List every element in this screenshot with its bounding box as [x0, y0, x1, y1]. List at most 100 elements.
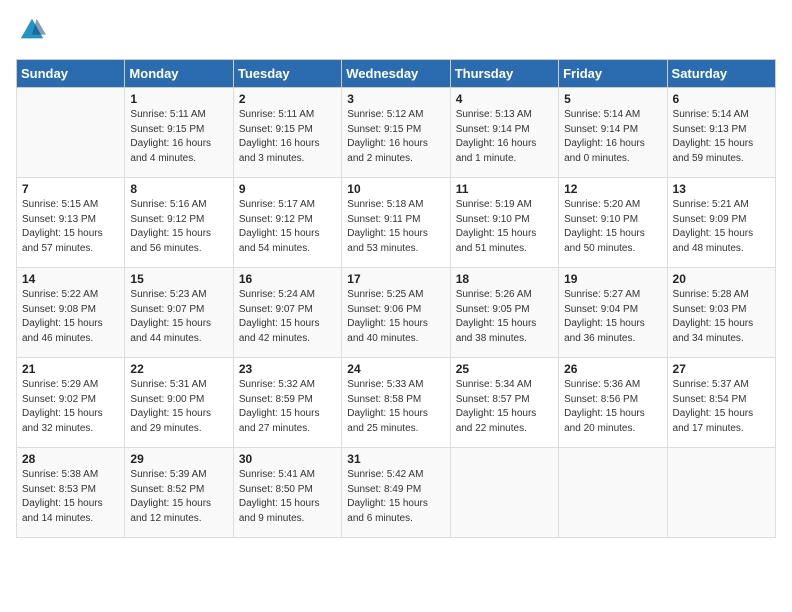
day-number: 3: [347, 92, 444, 106]
day-cell: 4 Sunrise: 5:13 AM Sunset: 9:14 PM Daylig…: [450, 88, 558, 178]
day-cell: 31 Sunrise: 5:42 AM Sunset: 8:49 PM Dayli…: [342, 448, 450, 538]
day-cell: 3 Sunrise: 5:12 AM Sunset: 9:15 PM Daylig…: [342, 88, 450, 178]
day-content: Sunrise: 5:13 AM Sunset: 9:14 PM Dayligh…: [456, 108, 553, 166]
col-header-sunday: Sunday: [17, 60, 125, 88]
day-cell: 11 Sunrise: 5:19 AM Sunset: 9:10 PM Dayli…: [450, 178, 558, 268]
day-cell: 26 Sunrise: 5:36 AM Sunset: 8:56 PM Dayli…: [559, 358, 667, 448]
week-row-3: 14Sunrise: 5:22 AM Sunset: 9:08 PM Dayli…: [17, 268, 776, 358]
day-content: Sunrise: 5:32 AM Sunset: 8:59 PM Dayligh…: [239, 378, 336, 436]
day-content: Sunrise: 5:12 AM Sunset: 9:15 PM Dayligh…: [347, 108, 444, 166]
day-content: Sunrise: 5:20 AM Sunset: 9:10 PM Dayligh…: [564, 198, 661, 256]
day-cell: 7 Sunrise: 5:15 AM Sunset: 9:13 PM Daylig…: [17, 178, 125, 268]
week-row-1: 1 Sunrise: 5:11 AM Sunset: 9:15 PM Daylig…: [17, 88, 776, 178]
day-content: Sunrise: 5:29 AM Sunset: 9:02 PM Dayligh…: [22, 378, 119, 436]
day-number: 17: [347, 272, 444, 286]
day-content: Sunrise: 5:39 AM Sunset: 8:52 PM Dayligh…: [130, 468, 227, 526]
day-number: 15: [130, 272, 227, 286]
day-number: 16: [239, 272, 336, 286]
day-content: Sunrise: 5:16 AM Sunset: 9:12 PM Dayligh…: [130, 198, 227, 256]
col-header-wednesday: Wednesday: [342, 60, 450, 88]
day-cell: 8 Sunrise: 5:16 AM Sunset: 9:12 PM Daylig…: [125, 178, 233, 268]
day-cell: 30 Sunrise: 5:41 AM Sunset: 8:50 PM Dayli…: [233, 448, 341, 538]
day-content: Sunrise: 5:14 AM Sunset: 9:13 PM Dayligh…: [673, 108, 770, 166]
day-content: Sunrise: 5:37 AM Sunset: 8:54 PM Dayligh…: [673, 378, 770, 436]
day-cell: 22Sunrise: 5:31 AM Sunset: 9:00 PM Dayli…: [125, 358, 233, 448]
day-number: 2: [239, 92, 336, 106]
col-header-friday: Friday: [559, 60, 667, 88]
day-cell: 1 Sunrise: 5:11 AM Sunset: 9:15 PM Daylig…: [125, 88, 233, 178]
day-content: Sunrise: 5:41 AM Sunset: 8:50 PM Dayligh…: [239, 468, 336, 526]
logo-icon: [18, 16, 46, 44]
day-number: 4: [456, 92, 553, 106]
day-cell: [450, 448, 558, 538]
day-number: 18: [456, 272, 553, 286]
day-content: Sunrise: 5:22 AM Sunset: 9:08 PM Dayligh…: [22, 288, 119, 346]
day-cell: 20 Sunrise: 5:28 AM Sunset: 9:03 PM Dayli…: [667, 268, 775, 358]
day-cell: [17, 88, 125, 178]
day-content: Sunrise: 5:36 AM Sunset: 8:56 PM Dayligh…: [564, 378, 661, 436]
day-number: 29: [130, 452, 227, 466]
day-cell: 27 Sunrise: 5:37 AM Sunset: 8:54 PM Dayli…: [667, 358, 775, 448]
day-number: 19: [564, 272, 661, 286]
day-cell: 5Sunrise: 5:14 AM Sunset: 9:14 PM Daylig…: [559, 88, 667, 178]
day-number: 13: [673, 182, 770, 196]
day-number: 31: [347, 452, 444, 466]
day-cell: 23 Sunrise: 5:32 AM Sunset: 8:59 PM Dayli…: [233, 358, 341, 448]
day-content: Sunrise: 5:25 AM Sunset: 9:06 PM Dayligh…: [347, 288, 444, 346]
day-cell: 24 Sunrise: 5:33 AM Sunset: 8:58 PM Dayli…: [342, 358, 450, 448]
day-number: 20: [673, 272, 770, 286]
day-content: Sunrise: 5:19 AM Sunset: 9:10 PM Dayligh…: [456, 198, 553, 256]
day-content: Sunrise: 5:11 AM Sunset: 9:15 PM Dayligh…: [130, 108, 227, 166]
day-cell: 21Sunrise: 5:29 AM Sunset: 9:02 PM Dayli…: [17, 358, 125, 448]
day-content: Sunrise: 5:11 AM Sunset: 9:15 PM Dayligh…: [239, 108, 336, 166]
day-number: 26: [564, 362, 661, 376]
col-header-monday: Monday: [125, 60, 233, 88]
day-content: Sunrise: 5:18 AM Sunset: 9:11 PM Dayligh…: [347, 198, 444, 256]
day-number: 24: [347, 362, 444, 376]
day-content: Sunrise: 5:34 AM Sunset: 8:57 PM Dayligh…: [456, 378, 553, 436]
day-content: Sunrise: 5:23 AM Sunset: 9:07 PM Dayligh…: [130, 288, 227, 346]
day-cell: 12Sunrise: 5:20 AM Sunset: 9:10 PM Dayli…: [559, 178, 667, 268]
day-number: 7: [22, 182, 119, 196]
day-number: 9: [239, 182, 336, 196]
day-cell: 6 Sunrise: 5:14 AM Sunset: 9:13 PM Daylig…: [667, 88, 775, 178]
day-number: 27: [673, 362, 770, 376]
day-cell: 10Sunrise: 5:18 AM Sunset: 9:11 PM Dayli…: [342, 178, 450, 268]
col-header-tuesday: Tuesday: [233, 60, 341, 88]
day-number: 25: [456, 362, 553, 376]
day-cell: 15 Sunrise: 5:23 AM Sunset: 9:07 PM Dayli…: [125, 268, 233, 358]
week-row-2: 7 Sunrise: 5:15 AM Sunset: 9:13 PM Daylig…: [17, 178, 776, 268]
day-number: 28: [22, 452, 119, 466]
day-cell: 16 Sunrise: 5:24 AM Sunset: 9:07 PM Dayli…: [233, 268, 341, 358]
day-content: Sunrise: 5:26 AM Sunset: 9:05 PM Dayligh…: [456, 288, 553, 346]
day-content: Sunrise: 5:15 AM Sunset: 9:13 PM Dayligh…: [22, 198, 119, 256]
day-cell: [667, 448, 775, 538]
day-number: 11: [456, 182, 553, 196]
day-content: Sunrise: 5:14 AM Sunset: 9:14 PM Dayligh…: [564, 108, 661, 166]
col-header-saturday: Saturday: [667, 60, 775, 88]
week-row-4: 21Sunrise: 5:29 AM Sunset: 9:02 PM Dayli…: [17, 358, 776, 448]
day-number: 23: [239, 362, 336, 376]
day-number: 1: [130, 92, 227, 106]
week-row-5: 28 Sunrise: 5:38 AM Sunset: 8:53 PM Dayli…: [17, 448, 776, 538]
day-content: Sunrise: 5:31 AM Sunset: 9:00 PM Dayligh…: [130, 378, 227, 436]
col-header-thursday: Thursday: [450, 60, 558, 88]
day-number: 8: [130, 182, 227, 196]
day-content: Sunrise: 5:38 AM Sunset: 8:53 PM Dayligh…: [22, 468, 119, 526]
day-content: Sunrise: 5:28 AM Sunset: 9:03 PM Dayligh…: [673, 288, 770, 346]
day-content: Sunrise: 5:21 AM Sunset: 9:09 PM Dayligh…: [673, 198, 770, 256]
day-cell: 28 Sunrise: 5:38 AM Sunset: 8:53 PM Dayli…: [17, 448, 125, 538]
header-row: SundayMondayTuesdayWednesdayThursdayFrid…: [17, 60, 776, 88]
day-number: 6: [673, 92, 770, 106]
day-content: Sunrise: 5:33 AM Sunset: 8:58 PM Dayligh…: [347, 378, 444, 436]
day-content: Sunrise: 5:24 AM Sunset: 9:07 PM Dayligh…: [239, 288, 336, 346]
day-cell: 2 Sunrise: 5:11 AM Sunset: 9:15 PM Daylig…: [233, 88, 341, 178]
day-cell: 14Sunrise: 5:22 AM Sunset: 9:08 PM Dayli…: [17, 268, 125, 358]
day-cell: 9 Sunrise: 5:17 AM Sunset: 9:12 PM Daylig…: [233, 178, 341, 268]
day-cell: 25 Sunrise: 5:34 AM Sunset: 8:57 PM Dayli…: [450, 358, 558, 448]
day-cell: 29 Sunrise: 5:39 AM Sunset: 8:52 PM Dayli…: [125, 448, 233, 538]
day-content: Sunrise: 5:42 AM Sunset: 8:49 PM Dayligh…: [347, 468, 444, 526]
day-cell: 13 Sunrise: 5:21 AM Sunset: 9:09 PM Dayli…: [667, 178, 775, 268]
day-content: Sunrise: 5:17 AM Sunset: 9:12 PM Dayligh…: [239, 198, 336, 256]
day-number: 30: [239, 452, 336, 466]
